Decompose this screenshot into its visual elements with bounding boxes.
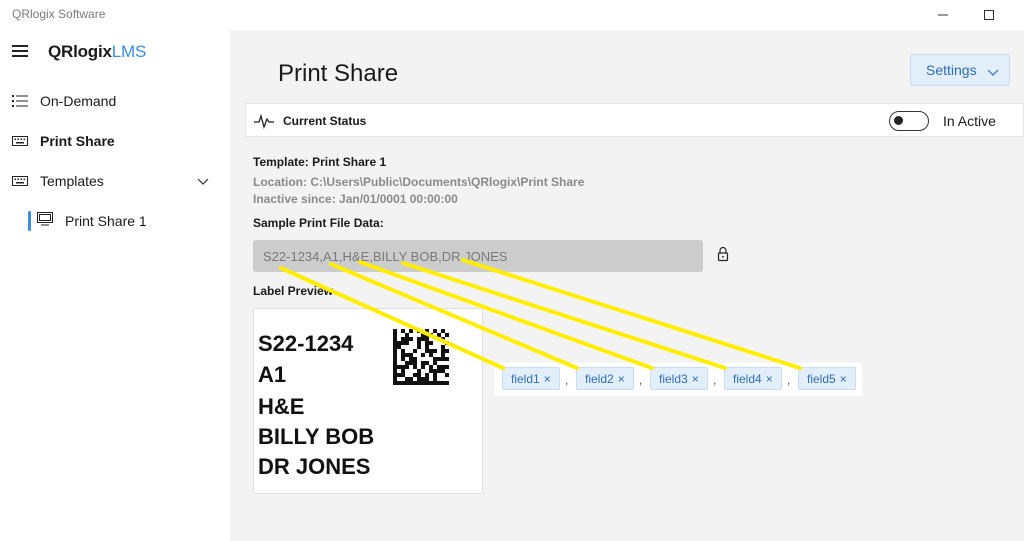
field-separator: ,: [713, 373, 717, 387]
close-icon[interactable]: ×: [618, 372, 625, 386]
field-chip[interactable]: field3 ×: [650, 367, 708, 390]
label-preview-title: Label Preview: [253, 284, 334, 298]
preview-line: A1: [258, 362, 287, 387]
close-icon[interactable]: ×: [544, 372, 551, 386]
field-chip[interactable]: field5 ×: [798, 367, 856, 390]
field-chip-label: field5: [807, 371, 836, 386]
sidebar-item-print-share[interactable]: Print Share: [0, 123, 230, 159]
field-separator: ,: [639, 373, 643, 387]
template-location: Location: C:\Users\Public\Documents\QRlo…: [253, 175, 585, 189]
template-name: Template: Print Share 1: [253, 155, 387, 169]
sidebar-subitem-print-share-1[interactable]: Print Share 1: [28, 207, 230, 235]
keyboard-icon: [12, 134, 28, 148]
main-content: Print Share Settings Current Status In A…: [230, 30, 1024, 541]
lock-icon[interactable]: [717, 246, 729, 267]
preview-line: DR JONES: [258, 454, 371, 479]
app-title: QRlogix Software: [12, 7, 106, 21]
sample-data-label: Sample Print File Data:: [253, 216, 384, 230]
maximize-icon[interactable]: [966, 0, 1012, 30]
field-chip-label: field2: [585, 371, 614, 386]
sidebar-item-label: Templates: [40, 173, 104, 189]
title-bar: QRlogix Software: [0, 0, 1024, 30]
toggle-label: In Active: [943, 113, 996, 129]
sidebar-item-label: On-Demand: [40, 93, 117, 109]
minimize-icon[interactable]: [920, 0, 966, 30]
sidebar-item-label: Print Share: [40, 133, 115, 149]
field-chip[interactable]: field1 ×: [502, 367, 560, 390]
sidebar-subitem-label: Print Share 1: [65, 213, 147, 229]
status-label: Current Status: [283, 114, 367, 128]
pulse-icon: [254, 112, 274, 135]
preview-line: S22-1234: [258, 331, 354, 356]
monitor-icon: [37, 211, 53, 231]
field-chip-label: field4: [733, 371, 762, 386]
chevron-down-icon[interactable]: [196, 174, 210, 188]
sample-data-input[interactable]: [253, 240, 703, 272]
sidebar-item-templates[interactable]: Templates: [0, 163, 230, 199]
field-chip-label: field1: [511, 371, 540, 386]
datamatrix-code: [393, 329, 449, 385]
field-separator: ,: [565, 373, 569, 387]
field-chip-label: field3: [659, 371, 688, 386]
template-inactive-since: Inactive since: Jan/01/0001 00:00:00: [253, 192, 458, 206]
hamburger-menu-icon[interactable]: [12, 45, 28, 57]
sidebar: QRlogixLMS On-Demand Print Share Templat…: [0, 30, 230, 541]
selection-indicator: [28, 211, 31, 231]
status-bar: Current Status In Active: [245, 103, 1024, 137]
field-mapping-area: field1 × , field2 × , field3 × , field4 …: [494, 363, 862, 396]
sidebar-item-on-demand[interactable]: On-Demand: [0, 83, 230, 119]
close-icon[interactable]: ×: [692, 372, 699, 386]
preview-line: H&E: [258, 394, 305, 419]
list-icon: [12, 94, 28, 108]
page-title: Print Share: [278, 60, 399, 87]
chevron-down-icon: [987, 65, 999, 81]
app-logo: QRlogixLMS: [48, 42, 147, 61]
field-separator: ,: [787, 373, 791, 387]
field-chip[interactable]: field4 ×: [724, 367, 782, 390]
field-chip[interactable]: field2 ×: [576, 367, 634, 390]
keyboard-icon: [12, 174, 28, 188]
settings-label: Settings: [926, 62, 977, 78]
close-icon[interactable]: ×: [766, 372, 773, 386]
settings-button[interactable]: Settings: [910, 54, 1010, 86]
status-toggle[interactable]: [889, 111, 929, 131]
label-preview: S22-1234 A1 H&E BILLY BOB DR JONES: [253, 308, 483, 494]
preview-line: BILLY BOB: [258, 424, 375, 449]
close-icon[interactable]: ×: [840, 372, 847, 386]
